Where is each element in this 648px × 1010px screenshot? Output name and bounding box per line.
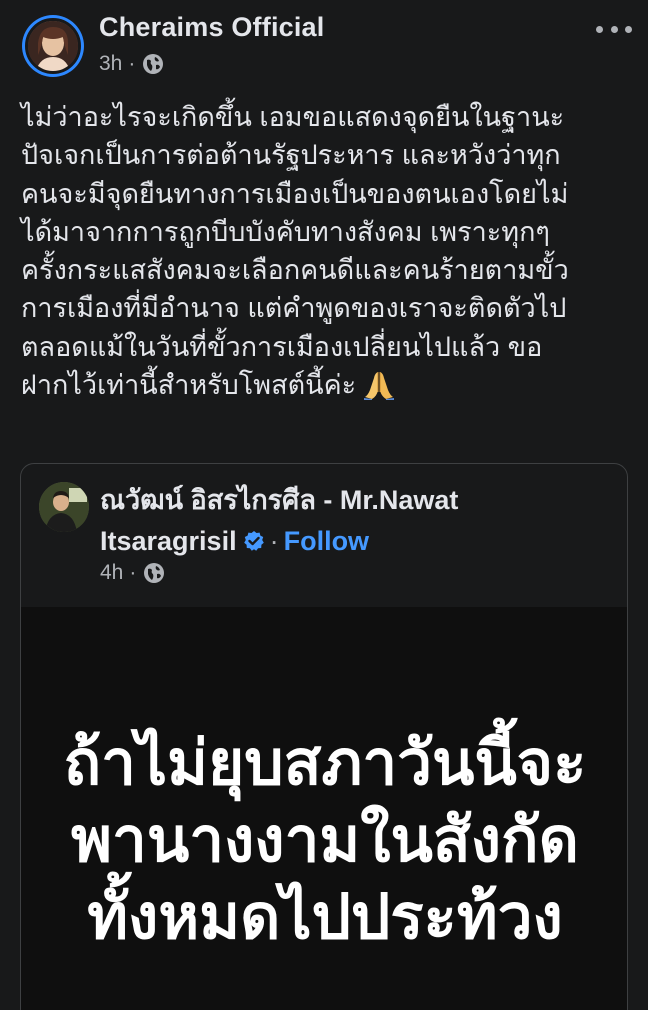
post-time[interactable]: 3h: [99, 52, 122, 76]
post-text-last-line: ฝากไว้เท่านี้สำหรับโพสต์นี้ค่ะ: [21, 366, 633, 404]
verified-badge-icon: [243, 531, 264, 551]
shared-author-name-line1[interactable]: ณวัฒน์ อิสรไกรศีล - Mr.Nawat: [100, 485, 458, 515]
post-text-line: ฝากไว้เท่านี้สำหรับโพสต์นี้ค่ะ: [21, 370, 357, 401]
shared-author-name: ณวัฒน์ อิสรไกรศีล - Mr.Nawat Itsaragrisi…: [100, 480, 610, 562]
post-page: Cheraims Official 3h · ไม่ว่าอะไรจะเกิดข…: [0, 0, 648, 1010]
post-text-line: คนจะมีจุดยืนทางการเมืองเป็นของตนเองโดยไม…: [21, 178, 569, 209]
image-text-line: ทั้งหมดไปประท้วง: [87, 883, 563, 952]
post-meta: 3h ·: [99, 52, 165, 76]
post-body-text: ไม่ว่าอะไรจะเกิดขึ้น เอมขอแสดงจุดยืนในฐา…: [21, 98, 633, 404]
post-header: Cheraims Official 3h ·: [0, 0, 648, 92]
more-dot: [625, 25, 632, 33]
post-text-line: การเมืองที่มีอำนาจ แต่คำพูดของเราจะติดตั…: [21, 293, 567, 324]
post-text-line: ได้มาจากการถูกบีบบังคับทางสังคม เพราะทุก…: [21, 216, 550, 247]
shared-post-time[interactable]: 4h: [100, 561, 123, 585]
image-text-line: ถ้าไม่ยุบสภาวันนี้จะ: [63, 729, 587, 798]
post-text-line: ปัจเจกเป็นการต่อต้านรัฐประหาร และหวังว่า…: [21, 140, 561, 171]
follow-button[interactable]: Follow: [284, 526, 369, 556]
shared-avatar-photo: [39, 482, 89, 532]
pray-emoji-icon: [364, 372, 395, 401]
image-text-line: พานางงามในสังกัด: [71, 806, 579, 875]
follow-separator: ·: [269, 526, 279, 556]
author-name[interactable]: Cheraims Official: [99, 12, 324, 43]
shared-post-meta: 4h ·: [100, 561, 166, 585]
author-avatar-photo: [28, 21, 78, 71]
post-text-line: ตลอดแม้ในวันที่ขั้วการเมืองเปลี่ยนไปแล้ว…: [21, 331, 543, 362]
shared-post-image[interactable]: ถ้าไม่ยุบสภาวันนี้จะ พานางงามในสังกัด ทั…: [21, 607, 627, 1010]
shared-author-name-line2[interactable]: Itsaragrisil: [100, 526, 237, 556]
more-options-icon[interactable]: [596, 22, 632, 36]
shared-author-avatar[interactable]: [39, 482, 89, 532]
author-avatar-image: [25, 18, 81, 74]
globe-icon: [144, 563, 165, 583]
post-text-line: ไม่ว่าอะไรจะเกิดขึ้น เอมขอแสดงจุดยืนในฐา…: [21, 102, 565, 132]
meta-separator: ·: [128, 52, 136, 75]
author-avatar[interactable]: [22, 15, 84, 77]
shared-post-card[interactable]: ณวัฒน์ อิสรไกรศีล - Mr.Nawat Itsaragrisi…: [20, 463, 628, 1010]
globe-icon: [143, 54, 164, 74]
image-caption-text: ถ้าไม่ยุบสภาวันนี้จะ พานางงามในสังกัด ทั…: [21, 725, 627, 956]
post-text-line: ครั้งกระแสสังคมจะเลือกคนดีและคนร้ายตามขั…: [21, 255, 569, 286]
meta-separator: ·: [129, 561, 137, 584]
more-dot: [610, 25, 618, 33]
more-dot: [596, 25, 603, 33]
